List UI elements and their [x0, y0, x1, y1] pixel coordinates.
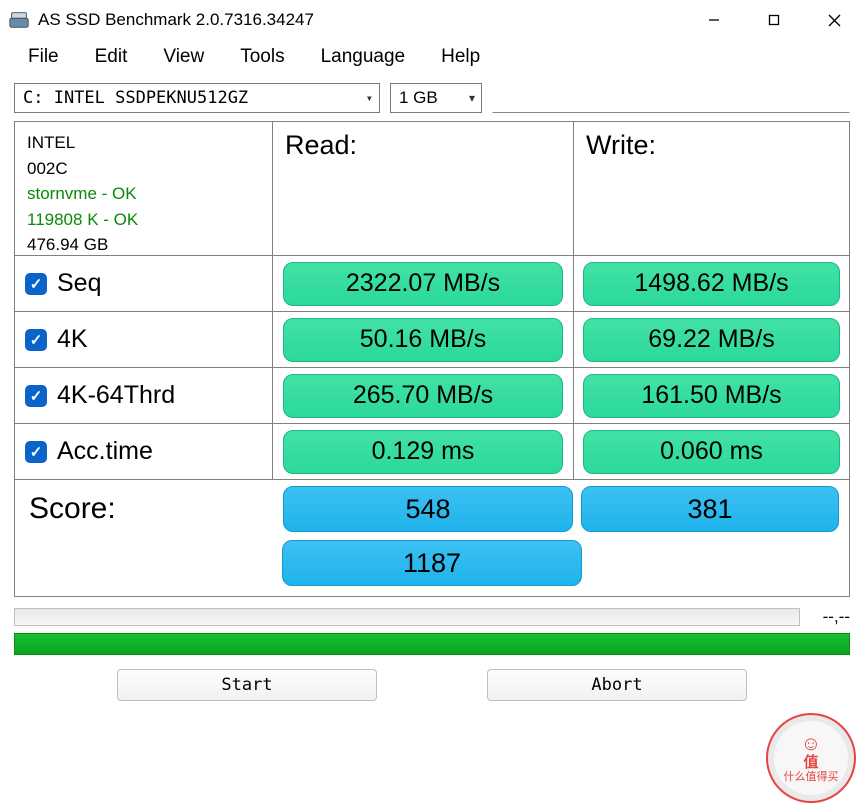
overall-progress-bar: [14, 633, 850, 655]
score-read-value: 548: [283, 486, 573, 532]
fourk-write-value: 69.22 MB/s: [583, 318, 839, 362]
fourk-read-cell: 50.16 MB/s: [273, 312, 574, 368]
seq-read-cell: 2322.07 MB/s: [273, 256, 574, 312]
abort-button[interactable]: Abort: [487, 669, 747, 701]
fourk-read-value: 50.16 MB/s: [283, 318, 563, 362]
fourk64-label: 4K-64Thrd: [57, 381, 175, 410]
device-driver-status: stornvme - OK: [27, 181, 138, 207]
acc-read-cell: 0.129 ms: [273, 424, 574, 480]
chevron-down-icon: ▾: [366, 91, 373, 105]
menu-tools[interactable]: Tools: [240, 46, 284, 68]
watermark-sub: 值: [803, 755, 818, 772]
size-select-value: 1 GB: [399, 88, 438, 108]
test-acc-label-cell: ✓ Acc.time: [15, 424, 273, 480]
window-title: AS SSD Benchmark 2.0.7316.34247: [38, 10, 684, 30]
seq-read-value: 2322.07 MB/s: [283, 262, 563, 306]
start-button[interactable]: Start: [117, 669, 377, 701]
title-bar: AS SSD Benchmark 2.0.7316.34247: [0, 0, 864, 40]
menu-bar: File Edit View Tools Language Help: [0, 40, 864, 79]
maximize-button[interactable]: [744, 0, 804, 40]
score-label: Score:: [25, 492, 283, 526]
progress-bar: [14, 608, 800, 626]
fourk64-read-value: 265.70 MB/s: [283, 374, 563, 418]
fourk64-write-value: 161.50 MB/s: [583, 374, 839, 418]
fourk-write-cell: 69.22 MB/s: [574, 312, 849, 368]
filter-input[interactable]: [492, 83, 850, 113]
menu-view[interactable]: View: [163, 46, 204, 68]
read-header: Read:: [285, 130, 357, 161]
device-capacity: 476.94 GB: [27, 232, 138, 258]
abort-button-label: Abort: [591, 675, 642, 695]
close-button[interactable]: [804, 0, 864, 40]
write-header: Write:: [586, 130, 656, 161]
fourk-checkbox[interactable]: ✓: [25, 329, 47, 351]
fourk-label: 4K: [57, 325, 88, 354]
menu-edit[interactable]: Edit: [95, 46, 128, 68]
chevron-down-icon: ▾: [469, 91, 475, 105]
fourk64-write-cell: 161.50 MB/s: [574, 368, 849, 424]
device-model: INTEL: [27, 130, 138, 156]
fourk64-read-cell: 265.70 MB/s: [273, 368, 574, 424]
results-grid: INTEL 002C stornvme - OK 119808 K - OK 4…: [14, 121, 850, 597]
score-write-value: 381: [581, 486, 839, 532]
window-controls: [684, 0, 864, 40]
start-button-label: Start: [221, 675, 272, 695]
score-total-value: 1187: [282, 540, 582, 586]
progress-percent: --,--: [810, 607, 850, 627]
acc-read-value: 0.129 ms: [283, 430, 563, 474]
app-icon: [8, 9, 30, 31]
menu-help[interactable]: Help: [441, 46, 480, 68]
device-firmware: 002C: [27, 156, 138, 182]
test-seq-label-cell: ✓ Seq: [15, 256, 273, 312]
selector-row: C: INTEL SSDPEKNU512GZ ▾ 1 GB ▾: [0, 79, 864, 121]
device-info-cell: INTEL 002C stornvme - OK 119808 K - OK 4…: [15, 122, 273, 256]
watermark-badge: ☺ 值 什么值得买: [766, 713, 856, 803]
menu-language[interactable]: Language: [321, 46, 406, 68]
smile-icon: ☺: [801, 733, 821, 755]
progress-row: --,--: [14, 607, 850, 627]
seq-write-cell: 1498.62 MB/s: [574, 256, 849, 312]
device-alignment-status: 119808 K - OK: [27, 207, 138, 233]
test-4k-label-cell: ✓ 4K: [15, 312, 273, 368]
drive-select[interactable]: C: INTEL SSDPEKNU512GZ ▾: [14, 83, 380, 113]
read-header-cell: Read:: [273, 122, 574, 256]
acc-write-value: 0.060 ms: [583, 430, 839, 474]
minimize-button[interactable]: [684, 0, 744, 40]
seq-write-value: 1498.62 MB/s: [583, 262, 839, 306]
score-block: Score: 548 381 1187: [15, 480, 849, 597]
size-select[interactable]: 1 GB ▾: [390, 83, 482, 113]
acc-checkbox[interactable]: ✓: [25, 441, 47, 463]
watermark-text: 什么值得买: [784, 771, 839, 783]
write-header-cell: Write:: [574, 122, 849, 256]
seq-label: Seq: [57, 269, 101, 298]
seq-checkbox[interactable]: ✓: [25, 273, 47, 295]
menu-file[interactable]: File: [28, 46, 59, 68]
acc-write-cell: 0.060 ms: [574, 424, 849, 480]
button-row: Start Abort: [14, 669, 850, 701]
drive-select-value: C: INTEL SSDPEKNU512GZ: [23, 88, 248, 108]
test-4k64-label-cell: ✓ 4K-64Thrd: [15, 368, 273, 424]
acc-label: Acc.time: [57, 437, 153, 466]
fourk64-checkbox[interactable]: ✓: [25, 385, 47, 407]
